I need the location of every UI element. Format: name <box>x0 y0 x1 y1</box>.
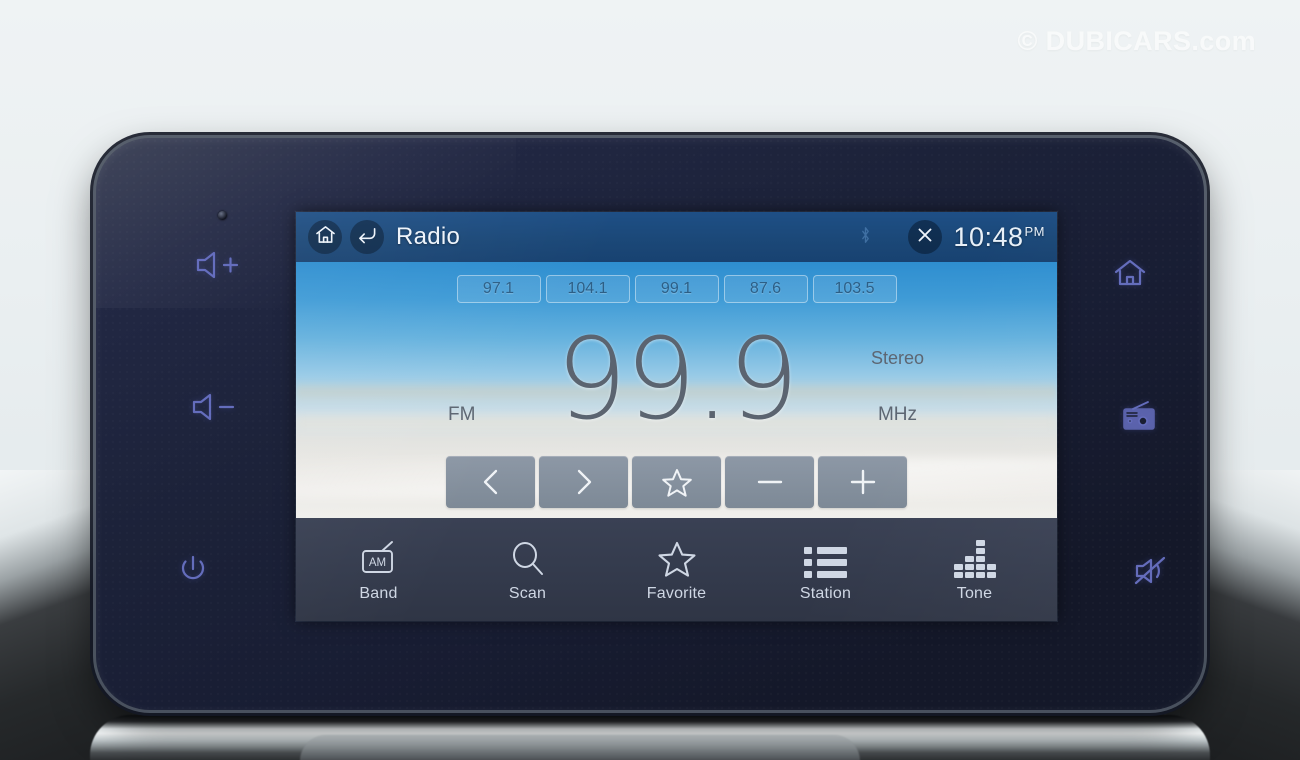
tuner-display: 99.9 FM MHz Stereo <box>296 322 1057 452</box>
tune-up-button[interactable] <box>818 456 907 508</box>
nav-label-favorite: Favorite <box>646 585 707 602</box>
preset-station-row: 97.1 104.1 99.1 87.6 103.5 <box>296 275 1057 303</box>
am-radio-icon: AM <box>358 536 400 578</box>
clock-ampm: PM <box>1024 223 1045 239</box>
volume-down-icon <box>190 391 240 423</box>
preset-button-3[interactable]: 99.1 <box>634 275 719 303</box>
preset-button-5[interactable]: 103.5 <box>812 275 897 303</box>
bottom-nav-bar: AM Band Scan Favorite Station Tone <box>296 518 1057 621</box>
mute-button[interactable] <box>1134 556 1174 586</box>
nav-item-band[interactable]: AM Band <box>320 536 438 603</box>
tuner-controls <box>296 456 1057 508</box>
unit-label: MHz <box>877 404 917 425</box>
list-icon <box>804 536 847 578</box>
frequency-value: 99.9 <box>555 315 799 445</box>
star-icon <box>661 467 693 498</box>
star-icon <box>657 536 697 578</box>
chevron-right-icon <box>571 467 597 497</box>
nav-item-station[interactable]: Station <box>767 536 885 603</box>
plus-icon <box>847 466 879 498</box>
minus-icon <box>754 467 786 497</box>
stereo-indicator: Stereo <box>870 348 924 368</box>
clock: 10:48 PM <box>953 222 1045 253</box>
band-label: FM <box>448 404 476 425</box>
nav-label-station: Station <box>799 585 852 602</box>
equalizer-icon <box>953 536 996 578</box>
back-arrow-icon <box>356 225 378 249</box>
home-nav-button[interactable] <box>308 220 342 254</box>
radio-icon <box>1121 400 1157 432</box>
radio-button[interactable] <box>1121 400 1157 432</box>
nav-label-scan: Scan <box>508 585 547 602</box>
page-title: Radio <box>396 223 461 250</box>
mute-icon <box>1134 556 1174 586</box>
title-bar: Radio 10:48 PM <box>296 212 1057 262</box>
dubicars-watermark: © DUBICARS.com <box>1017 26 1256 56</box>
next-station-button[interactable] <box>539 456 628 508</box>
power-button[interactable] <box>178 553 208 585</box>
tune-down-button[interactable] <box>725 456 814 508</box>
clock-time: 10:48 <box>953 221 1024 252</box>
title-bar-right: 10:48 PM <box>860 220 1045 254</box>
power-icon <box>178 553 208 585</box>
preset-button-1[interactable]: 97.1 <box>456 275 541 303</box>
favorite-button[interactable] <box>632 456 721 508</box>
home-button[interactable] <box>1113 258 1147 288</box>
previous-station-button[interactable] <box>446 456 535 508</box>
svg-text:AM: AM <box>368 557 385 569</box>
bluetooth-icon <box>860 226 871 249</box>
volume-down-button[interactable] <box>190 391 240 423</box>
preset-button-2[interactable]: 104.1 <box>545 275 630 303</box>
chevron-left-icon <box>478 467 504 497</box>
back-nav-button[interactable] <box>350 220 384 254</box>
home-icon <box>315 225 336 249</box>
sensor-pinhole-icon <box>218 211 227 220</box>
close-icon <box>916 226 934 249</box>
preset-button-4[interactable]: 87.6 <box>723 275 808 303</box>
nav-label-band: Band <box>359 585 398 602</box>
volume-up-icon <box>194 249 244 281</box>
nav-item-tone[interactable]: Tone <box>916 536 1034 603</box>
search-icon <box>509 536 547 578</box>
nav-item-favorite[interactable]: Favorite <box>618 536 736 603</box>
infotainment-screen: Radio 10:48 PM 97.1 104.1 99.1 87.6 103.… <box>296 212 1057 621</box>
nav-label-tone: Tone <box>956 585 993 602</box>
volume-up-button[interactable] <box>194 249 244 281</box>
close-button[interactable] <box>908 220 943 254</box>
nav-item-scan[interactable]: Scan <box>469 536 587 603</box>
chrome-trim-lower <box>300 735 860 760</box>
home-icon <box>1113 258 1147 288</box>
